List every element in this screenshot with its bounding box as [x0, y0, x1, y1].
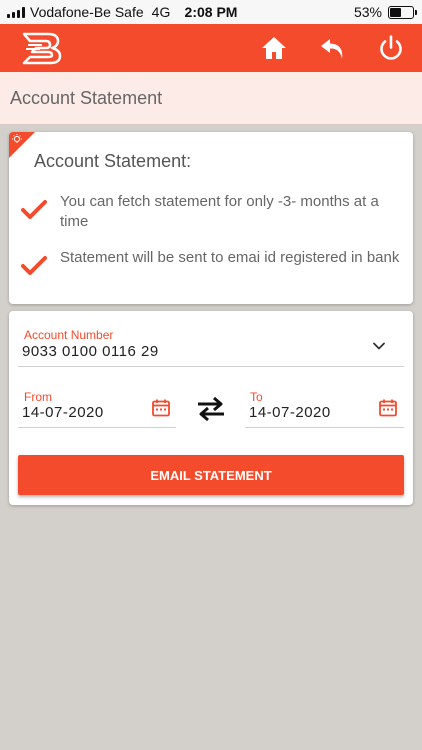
account-number-value[interactable]: 9033 0100 0116 29 — [22, 343, 159, 360]
info-text: You can fetch statement for only -3- mon… — [60, 193, 379, 230]
status-right: 53% — [353, 4, 417, 20]
info-text: Statement will be sent to emai id regist… — [60, 249, 400, 266]
lightbulb-icon — [12, 134, 22, 143]
battery-fill — [390, 7, 401, 17]
info-card: Account Statement: You can fetch stateme… — [9, 132, 413, 304]
check-icon — [21, 200, 47, 219]
battery-tip — [415, 9, 417, 15]
from-date-underline — [18, 427, 176, 428]
info-title: Account Statement: — [34, 151, 192, 171]
to-date-value[interactable]: 14-07-2020 — [249, 404, 331, 421]
status-bar: Vodafone-Be Safe 4G 2:08 PM 53% — [0, 0, 422, 24]
account-number-underline — [18, 366, 404, 367]
from-date-label: From — [24, 390, 52, 404]
check-icon — [21, 256, 47, 275]
email-statement-button[interactable]: EMAIL STATEMENT — [18, 455, 404, 495]
to-date-underline — [245, 427, 404, 428]
bank-of-baroda-logo — [22, 32, 62, 65]
to-date-label: To — [250, 390, 263, 404]
from-date-value[interactable]: 14-07-2020 — [22, 404, 104, 421]
calendar-icon[interactable] — [378, 398, 398, 418]
power-icon[interactable] — [376, 33, 406, 63]
battery-icon — [388, 5, 417, 19]
page-title: Account Statement — [10, 88, 163, 108]
page-title-bar: Account Statement — [0, 72, 422, 125]
battery-percent: 53% — [353, 4, 382, 20]
back-arrow-icon[interactable] — [318, 33, 348, 63]
account-number-label: Account Number — [24, 328, 114, 342]
app-header — [0, 24, 422, 72]
statement-form-card: Account Number 9033 0100 0116 29 From 14… — [9, 311, 413, 505]
home-icon[interactable] — [259, 33, 289, 63]
chevron-down-icon[interactable] — [372, 339, 386, 353]
calendar-icon[interactable] — [151, 398, 171, 418]
swap-dates-icon[interactable] — [195, 395, 227, 423]
